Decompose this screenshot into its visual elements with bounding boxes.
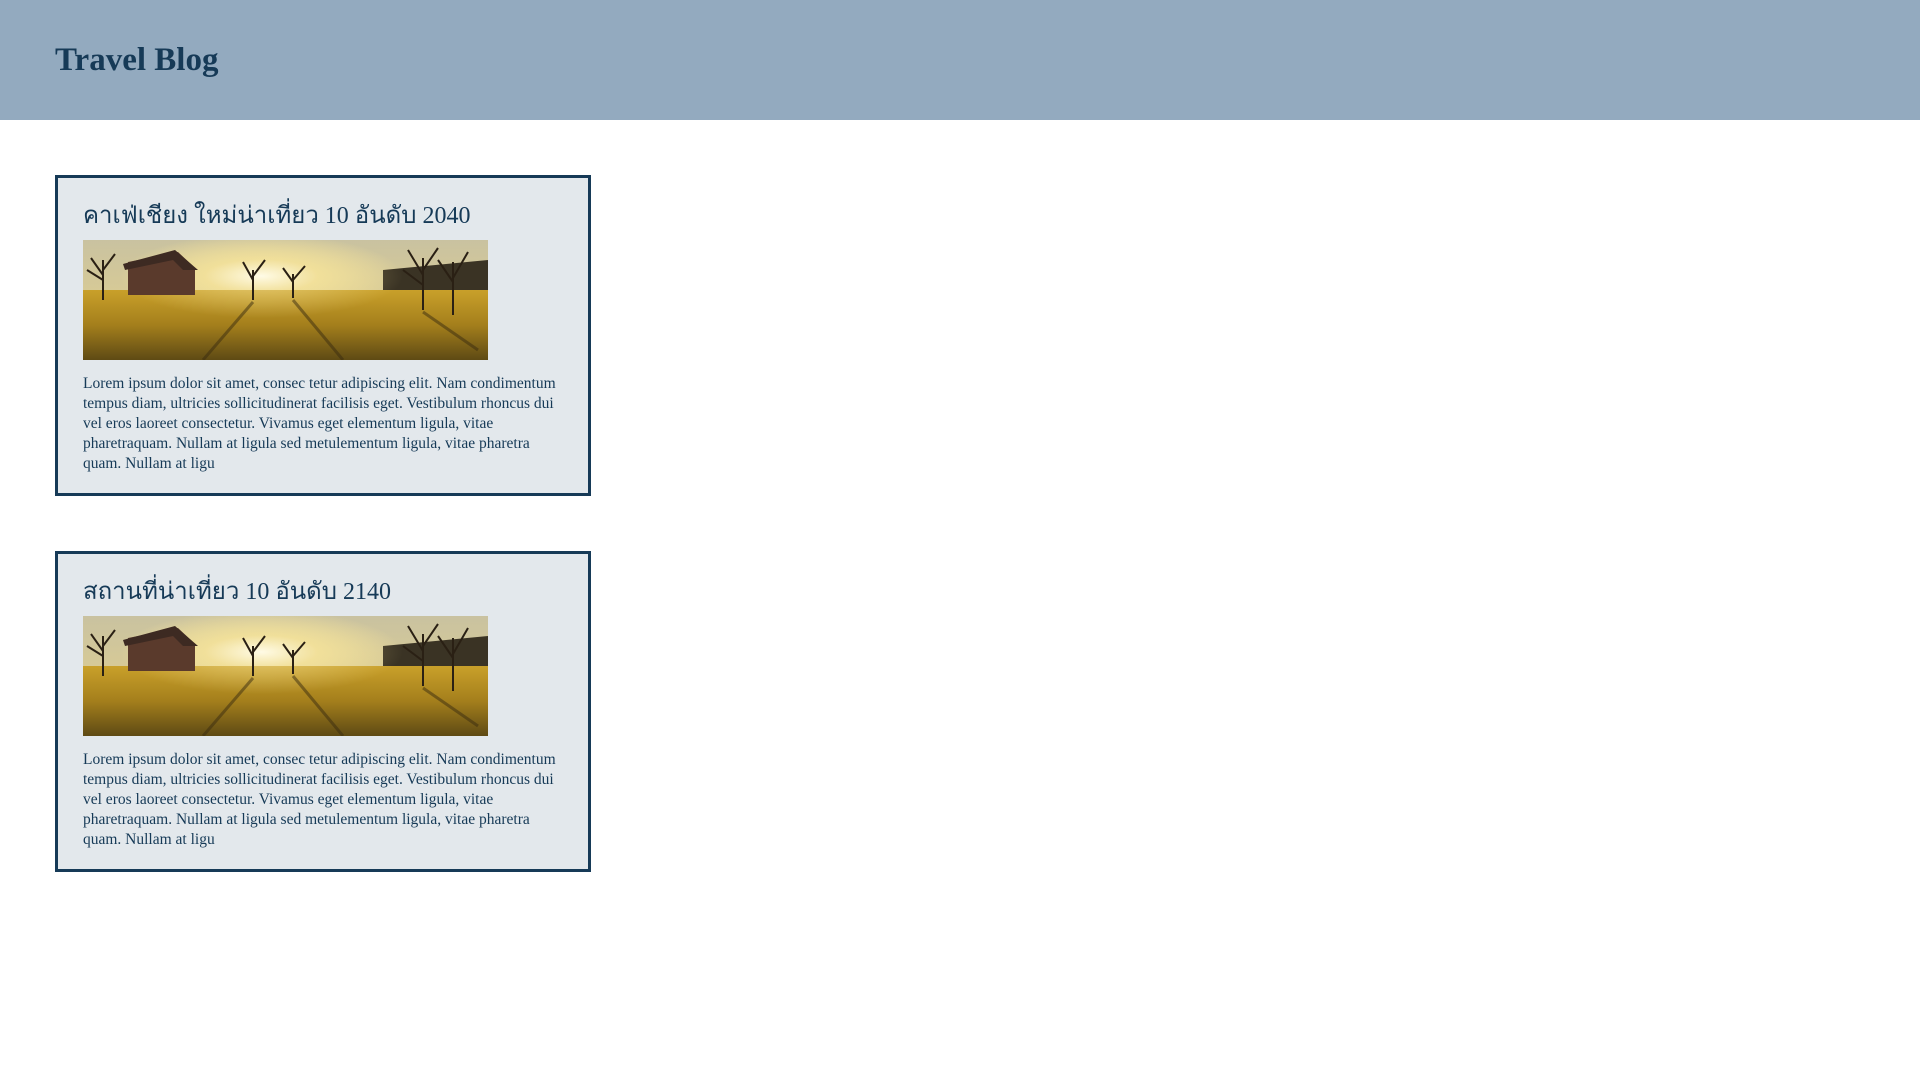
site-header: Travel Blog [0, 0, 1920, 120]
post-card: คาเฟ่เชียง ใหม่น่าเที่ยว 10 อันดับ 2040 [55, 175, 591, 496]
post-image[interactable] [83, 240, 488, 360]
post-card: สถานที่น่าเที่ยว 10 อันดับ 2140 Lorem ip… [55, 551, 591, 872]
post-image[interactable] [83, 616, 488, 736]
site-title[interactable]: Travel Blog [55, 38, 218, 82]
post-excerpt: Lorem ipsum dolor sit amet, consec tetur… [83, 375, 556, 472]
post-list: คาเฟ่เชียง ใหม่น่าเที่ยว 10 อันดับ 2040 [55, 175, 595, 927]
post-title[interactable]: สถานที่น่าเที่ยว 10 อันดับ 2140 [83, 576, 563, 608]
post-title[interactable]: คาเฟ่เชียง ใหม่น่าเที่ยว 10 อันดับ 2040 [83, 200, 563, 232]
post-excerpt: Lorem ipsum dolor sit amet, consec tetur… [83, 751, 556, 848]
